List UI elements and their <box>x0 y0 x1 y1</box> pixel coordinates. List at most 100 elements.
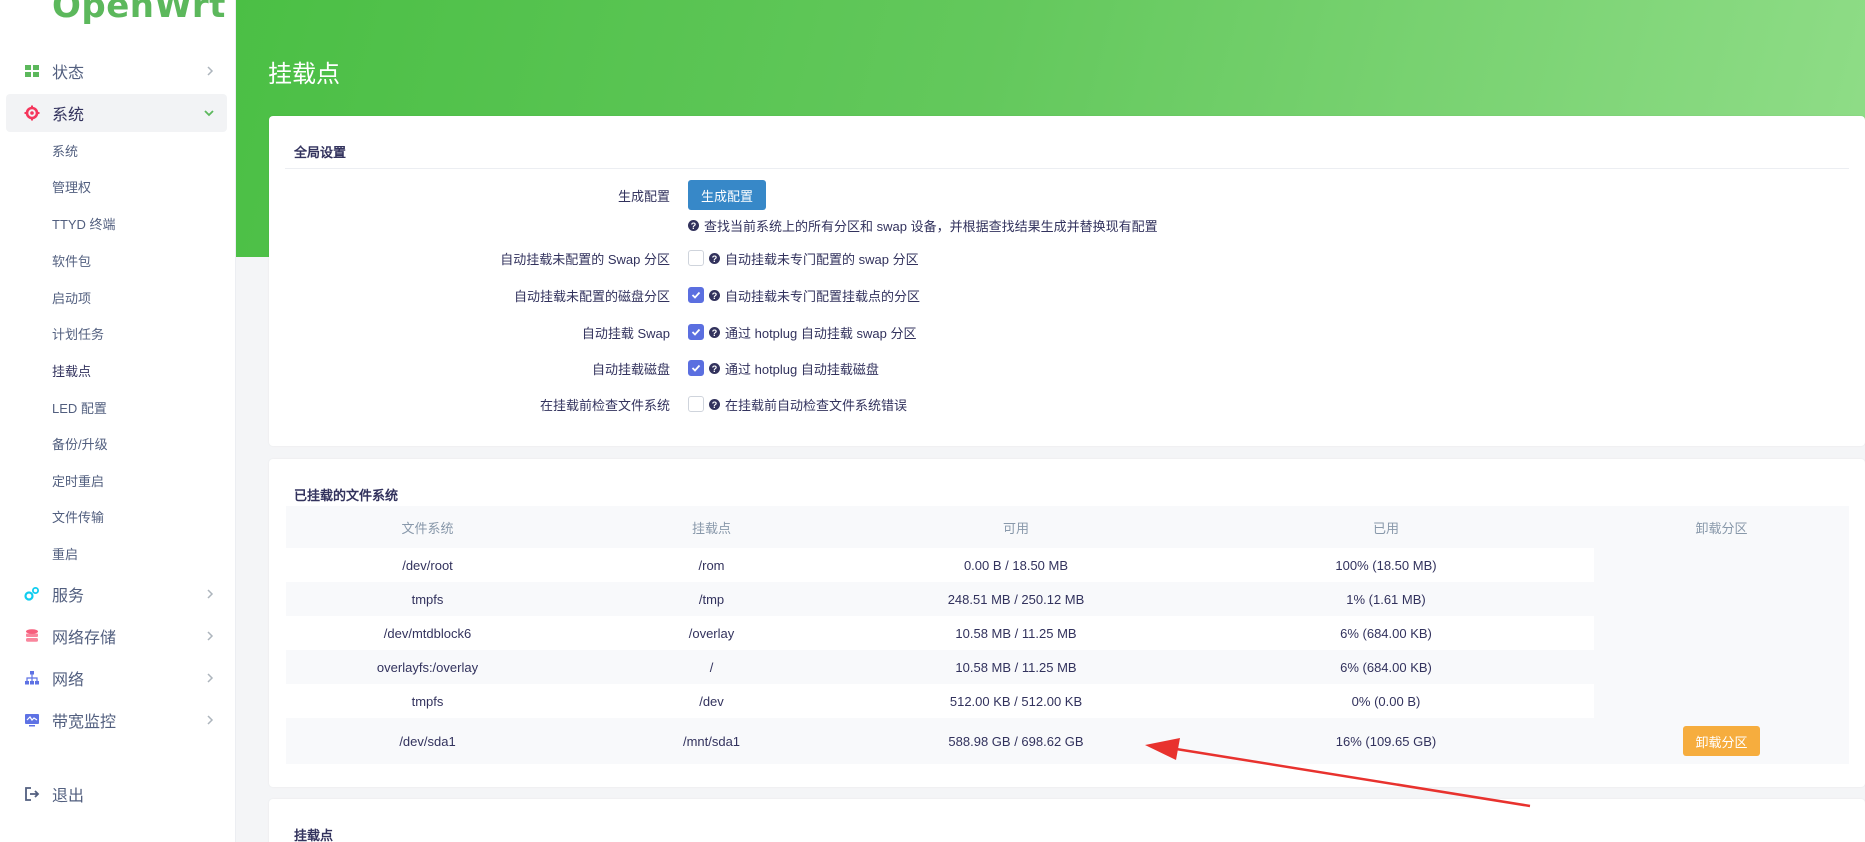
mount-points-title: 挂载点 <box>294 828 334 842</box>
option-help-text: 自动挂载未专门配置挂载点的分区 <box>725 289 921 304</box>
sidebar: OpenWrtTM 状态 系统 系统 管理权 TTYD 终端 软件包 启动项 计… <box>0 0 236 842</box>
cell-unmount <box>1594 650 1849 684</box>
cell-available: 0.00 B / 18.50 MB <box>963 557 1069 573</box>
cell-available: 588.98 GB / 698.62 GB <box>854 718 1178 764</box>
option-label: 自动挂载 Swap <box>581 326 670 341</box>
chevron-right-icon <box>207 66 214 76</box>
monitor-icon <box>25 714 39 727</box>
menu-services[interactable]: 服务 <box>0 575 228 613</box>
column-header-mountpoint: 挂载点 <box>569 506 854 548</box>
option-row-mount-anon: 自动挂载未配置的磁盘分区 ? 自动挂载未专门配置挂载点的分区 <box>269 283 1865 307</box>
question-circle-icon: ? <box>709 363 720 374</box>
menu-nas-label: 网络存储 <box>52 630 117 647</box>
sub-item-ttyd[interactable]: TTYD 终端 <box>52 214 116 236</box>
divider <box>285 168 1849 169</box>
menu-nas[interactable]: 网络存储 <box>0 617 228 655</box>
sub-item-backup[interactable]: 备份/升级 <box>52 434 108 456</box>
column-header-available: 可用 <box>854 506 1178 548</box>
global-settings-title: 全局设置 <box>294 145 347 160</box>
menu-bandwidth-label: 带宽监控 <box>52 714 117 731</box>
question-circle-icon: ? <box>709 399 720 410</box>
menu-status[interactable]: 状态 <box>0 52 228 90</box>
auto-mount-checkbox[interactable] <box>688 360 704 376</box>
option-help-text: 自动挂载未专门配置的 swap 分区 <box>725 252 919 267</box>
cell-used: 6% (684.00 KB) <box>1340 625 1432 641</box>
menu-logout[interactable]: 退出 <box>0 775 228 813</box>
dashboard-icon <box>25 65 39 77</box>
cell-unmount <box>1594 582 1849 616</box>
mount-points-card: 挂载点 <box>269 799 1865 842</box>
sub-item-led[interactable]: LED 配置 <box>52 398 107 420</box>
table-row: overlayfs:/overlay / 10.58 MB / 11.25 MB… <box>286 650 1849 684</box>
menu-system[interactable]: 系统 <box>6 94 227 132</box>
table-row: /dev/root /rom 0.00 B / 18.50 MB 100% (1… <box>286 548 1849 582</box>
option-help: ? 自动挂载未专门配置挂载点的分区 <box>709 286 920 305</box>
option-help-text: 在挂载前自动检查文件系统错误 <box>725 398 908 413</box>
option-label: 自动挂载未配置的磁盘分区 <box>513 289 670 304</box>
table-row: /dev/sda1 /mnt/sda1 588.98 GB / 698.62 G… <box>286 718 1849 764</box>
checkmark-icon <box>691 364 701 372</box>
auto-swap-checkbox[interactable] <box>688 324 704 340</box>
cell-filesystem: /dev/root <box>402 557 453 573</box>
cell-unmount <box>1594 548 1849 582</box>
table-row: tmpfs /tmp 248.51 MB / 250.12 MB 1% (1.6… <box>286 582 1849 616</box>
sub-item-filetransfer[interactable]: 文件传输 <box>52 507 104 529</box>
cell-available: 248.51 MB / 250.12 MB <box>854 582 1178 616</box>
generate-config-button[interactable]: 生成配置 <box>688 180 766 210</box>
cell-used: 16% (109.65 GB) <box>1178 718 1594 764</box>
mounted-filesystems-title: 已挂载的文件系统 <box>294 488 399 503</box>
menu-network[interactable]: 网络 <box>0 659 228 697</box>
sub-item-reboot[interactable]: 重启 <box>52 544 78 566</box>
option-row-swap-anon: 自动挂载未配置的 Swap 分区 ? 自动挂载未专门配置的 swap 分区 <box>269 246 1865 270</box>
sub-item-crontab[interactable]: 计划任务 <box>52 324 104 346</box>
question-circle-icon: ? <box>709 290 720 301</box>
auto-mount-anon-checkbox[interactable] <box>688 287 704 303</box>
option-label: 自动挂载未配置的 Swap 分区 <box>500 252 670 267</box>
sitemap-icon <box>25 671 39 685</box>
column-header-filesystem: 文件系统 <box>286 506 569 548</box>
menu-network-label: 网络 <box>52 672 85 689</box>
option-row-check-fs: 在挂载前检查文件系统 ? 在挂载前自动检查文件系统错误 <box>269 392 1865 416</box>
question-circle-icon: ? <box>709 253 720 264</box>
sub-item-admin[interactable]: 管理权 <box>52 177 91 199</box>
table-row: /dev/mtdblock6 /overlay 10.58 MB / 11.25… <box>286 616 1849 650</box>
sub-item-system[interactable]: 系统 <box>52 141 78 163</box>
logo-text: OpenWrt <box>52 0 226 26</box>
option-row-auto-mount: 自动挂载磁盘 ? 通过 hotplug 自动挂载磁盘 <box>269 356 1865 380</box>
cell-filesystem: overlayfs:/overlay <box>286 650 569 684</box>
cell-mountpoint: /mnt/sda1 <box>569 718 854 764</box>
cell-mountpoint: /overlay <box>688 625 735 641</box>
cell-filesystem: tmpfs <box>286 582 569 616</box>
cell-filesystem: tmpfs <box>411 693 444 709</box>
check-fs-checkbox[interactable] <box>688 396 704 412</box>
cell-used: 1% (1.61 MB) <box>1178 582 1594 616</box>
checkmark-icon <box>691 291 701 299</box>
table-row: tmpfs /dev 512.00 KB / 512.00 KB 0% (0.0… <box>286 684 1849 718</box>
sub-item-autoreboot[interactable]: 定时重启 <box>52 471 104 493</box>
unmount-button[interactable]: 卸载分区 <box>1683 726 1760 756</box>
menu-status-label: 状态 <box>52 65 85 82</box>
option-help: ? 通过 hotplug 自动挂载磁盘 <box>709 359 879 378</box>
option-row-auto-swap: 自动挂载 Swap ? 通过 hotplug 自动挂载 swap 分区 <box>269 320 1865 344</box>
menu-logout-label: 退出 <box>52 788 85 805</box>
option-help: ? 通过 hotplug 自动挂载 swap 分区 <box>709 323 916 342</box>
global-settings-card: 全局设置 生成配置 生成配置 ? 查找当前系统上的所有分区和 swap 设备，并根… <box>269 116 1865 446</box>
menu-bandwidth[interactable]: 带宽监控 <box>0 701 228 739</box>
option-help: ? 在挂载前自动检查文件系统错误 <box>709 395 907 414</box>
generate-config-label: 生成配置 <box>617 189 670 204</box>
sub-item-mounts[interactable]: 挂载点 <box>52 361 91 383</box>
option-label: 自动挂载磁盘 <box>591 362 670 377</box>
table-header-row: 文件系统 挂载点 可用 已用 卸载分区 <box>286 506 1849 548</box>
cell-used: 0% (0.00 B) <box>1351 693 1421 709</box>
chevron-right-icon <box>207 631 214 641</box>
chevron-right-icon <box>207 589 214 599</box>
openwrt-logo[interactable]: OpenWrtTM <box>52 0 251 26</box>
column-header-unmount: 卸载分区 <box>1594 506 1849 548</box>
column-header-used: 已用 <box>1178 506 1594 548</box>
sub-item-packages[interactable]: 软件包 <box>52 251 91 273</box>
sub-item-startup[interactable]: 启动项 <box>52 288 91 310</box>
generate-config-help-text: 查找当前系统上的所有分区和 swap 设备，并根据查找结果生成并替换现有配置 <box>704 219 1158 234</box>
option-help-text: 通过 hotplug 自动挂载磁盘 <box>725 362 879 377</box>
auto-swap-anon-checkbox[interactable] <box>688 250 704 266</box>
question-circle-icon: ? <box>709 327 720 338</box>
